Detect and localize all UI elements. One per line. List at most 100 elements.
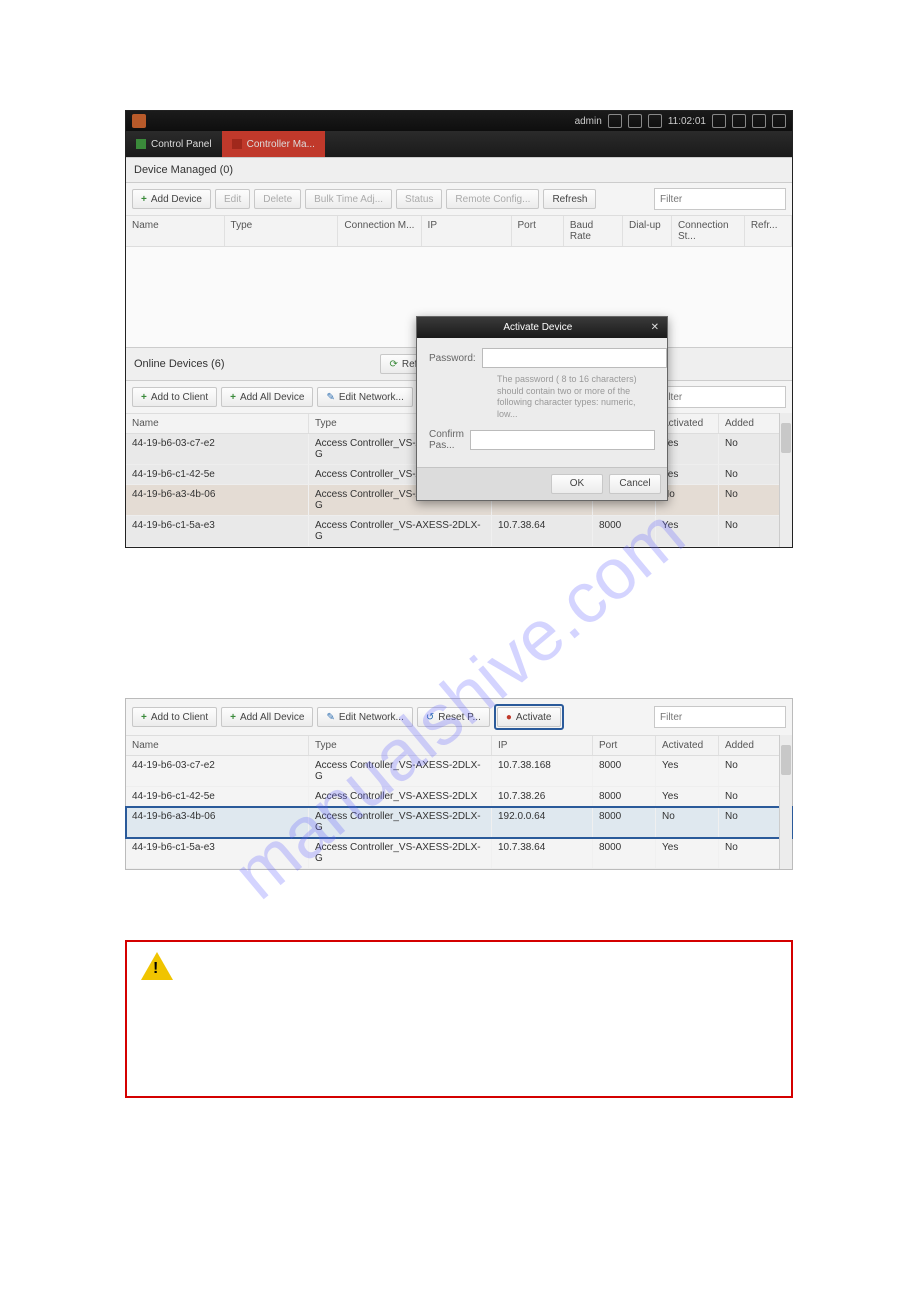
screen-icon[interactable]: [628, 114, 642, 128]
cell-activated: Yes: [656, 838, 719, 868]
grid-icon: [136, 139, 146, 149]
table-row[interactable]: 44-19-b6-03-c7-e2 Access Controller_VS-A…: [126, 756, 792, 787]
cell-ip: 10.7.38.64: [492, 838, 593, 868]
cell-name: 44-19-b6-c1-42-5e: [126, 465, 309, 484]
cell-type: Access Controller_VS-AXESS-2DLX-G: [309, 807, 492, 837]
plus-icon: +: [141, 712, 147, 723]
ocol-added[interactable]: Added: [719, 736, 782, 755]
btn-label: Reset P...: [438, 712, 481, 723]
edit-icon: ✎: [326, 392, 334, 403]
close-icon[interactable]: [772, 114, 786, 128]
cancel-button[interactable]: Cancel: [609, 474, 661, 494]
online-toolbar-2: + Add to Client +Add All Device ✎Edit Net…: [126, 699, 792, 735]
cell-ip: 192.0.0.64: [492, 807, 593, 837]
globe-icon[interactable]: [608, 114, 622, 128]
ocol-added[interactable]: Added: [719, 414, 782, 433]
cell-ip: 10.7.38.64: [492, 516, 593, 546]
refresh-icon: ⟳: [389, 359, 397, 370]
tab-controller-management[interactable]: Controller Ma...: [222, 131, 325, 157]
add-all-device-button[interactable]: +Add All Device: [221, 387, 313, 407]
edit-network-button[interactable]: ✎Edit Network...: [317, 387, 412, 407]
col-baud[interactable]: Baud Rate: [564, 216, 623, 246]
ocol-ip[interactable]: IP: [492, 736, 593, 755]
activate-button[interactable]: ● Activate: [497, 707, 561, 727]
lock-icon[interactable]: [712, 114, 726, 128]
managed-filter-input[interactable]: [654, 188, 786, 210]
online-panel-highlighted: + Add to Client +Add All Device ✎Edit Net…: [125, 698, 793, 870]
password-hint: The password ( 8 to 16 characters) shoul…: [497, 374, 655, 421]
dialog-close-icon[interactable]: ✕: [651, 322, 659, 333]
add-device-button[interactable]: +Add Device: [132, 189, 211, 209]
col-port[interactable]: Port: [512, 216, 564, 246]
ocol-name[interactable]: Name: [126, 414, 309, 433]
cell-added: No: [719, 807, 782, 837]
edit-icon: ✎: [326, 712, 334, 723]
ocol-type[interactable]: Type: [309, 736, 492, 755]
col-dialup[interactable]: Dial-up: [623, 216, 672, 246]
tab-label: Controller Ma...: [247, 139, 315, 150]
cell-activated: Yes: [656, 787, 719, 806]
dialog-title: Activate Device: [425, 322, 651, 333]
online-header-label: Online Devices (6): [134, 358, 224, 370]
scroll-thumb[interactable]: [781, 745, 791, 775]
edit-network-button[interactable]: ✎Edit Network...: [317, 707, 412, 727]
col-connection-mode[interactable]: Connection M...: [338, 216, 421, 246]
table-row-highlighted[interactable]: 44-19-b6-a3-4b-06 Access Controller_VS-A…: [126, 807, 792, 838]
status-button[interactable]: Status: [396, 189, 442, 209]
cell-added: No: [719, 434, 782, 464]
tab-control-panel[interactable]: Control Panel: [126, 131, 222, 157]
titlebar-user: admin: [575, 116, 602, 127]
remote-config-button[interactable]: Remote Config...: [446, 189, 539, 209]
cell-type: Access Controller_VS-AXESS-2DLX-G: [309, 756, 492, 786]
add-to-client-button[interactable]: + Add to Client: [132, 387, 217, 407]
btn-label: Activate: [516, 712, 552, 723]
app-window: admin 11:02:01 Control Panel Controller …: [125, 110, 793, 548]
ocol-port[interactable]: Port: [593, 736, 656, 755]
table-row[interactable]: 44-19-b6-c1-5a-e3 Access Controller_VS-A…: [126, 838, 792, 869]
col-refresh[interactable]: Refr...: [745, 216, 792, 246]
scrollbar[interactable]: [779, 735, 792, 869]
add-to-client-button[interactable]: + Add to Client: [132, 707, 217, 727]
activate-icon: ●: [506, 712, 512, 723]
plus-icon: +: [141, 392, 147, 403]
bulk-time-button[interactable]: Bulk Time Adj...: [305, 189, 392, 209]
ocol-name[interactable]: Name: [126, 736, 309, 755]
online-grid-header: Name Type IP Port Activated Added: [126, 735, 792, 756]
ok-button[interactable]: OK: [551, 474, 603, 494]
cell-ip: 10.7.38.168: [492, 756, 593, 786]
table-row[interactable]: 44-19-b6-c1-42-5e Access Controller_VS-A…: [126, 787, 792, 807]
online-filter-input[interactable]: [654, 386, 786, 408]
col-name[interactable]: Name: [126, 216, 225, 246]
edit-button[interactable]: Edit: [215, 189, 250, 209]
scrollbar[interactable]: [779, 413, 792, 547]
cell-port: 8000: [593, 807, 656, 837]
table-row[interactable]: 44-19-b6-c1-5a-e3 Access Controller_VS-A…: [126, 516, 792, 547]
cell-activated: No: [656, 807, 719, 837]
app-logo-icon: [132, 114, 146, 128]
refresh-button[interactable]: Refresh: [543, 189, 596, 209]
online-filter-input[interactable]: [654, 706, 786, 728]
reset-password-button[interactable]: ↺Reset P...: [417, 707, 490, 727]
password-input[interactable]: [482, 348, 667, 368]
warning-box: [125, 940, 793, 1098]
btn-label: Add to Client: [151, 392, 208, 403]
delete-button[interactable]: Delete: [254, 189, 301, 209]
scroll-thumb[interactable]: [781, 423, 791, 453]
minimize-icon[interactable]: [732, 114, 746, 128]
cell-name: 44-19-b6-c1-5a-e3: [126, 516, 309, 546]
cell-name: 44-19-b6-c1-42-5e: [126, 787, 309, 806]
cell-added: No: [719, 516, 782, 546]
col-conn-status[interactable]: Connection St...: [672, 216, 745, 246]
ocol-activated[interactable]: Activated: [656, 736, 719, 755]
col-type[interactable]: Type: [225, 216, 339, 246]
add-all-device-button[interactable]: +Add All Device: [221, 707, 313, 727]
device-managed-header: Device Managed (0): [126, 157, 792, 183]
btn-label: Add to Client: [151, 712, 208, 723]
col-ip[interactable]: IP: [422, 216, 512, 246]
calendar-icon[interactable]: [648, 114, 662, 128]
cell-activated: Yes: [656, 756, 719, 786]
managed-toolbar: +Add Device Edit Delete Bulk Time Adj...…: [126, 183, 792, 215]
maximize-icon[interactable]: [752, 114, 766, 128]
confirm-password-input[interactable]: [470, 430, 655, 450]
cell-port: 8000: [593, 787, 656, 806]
